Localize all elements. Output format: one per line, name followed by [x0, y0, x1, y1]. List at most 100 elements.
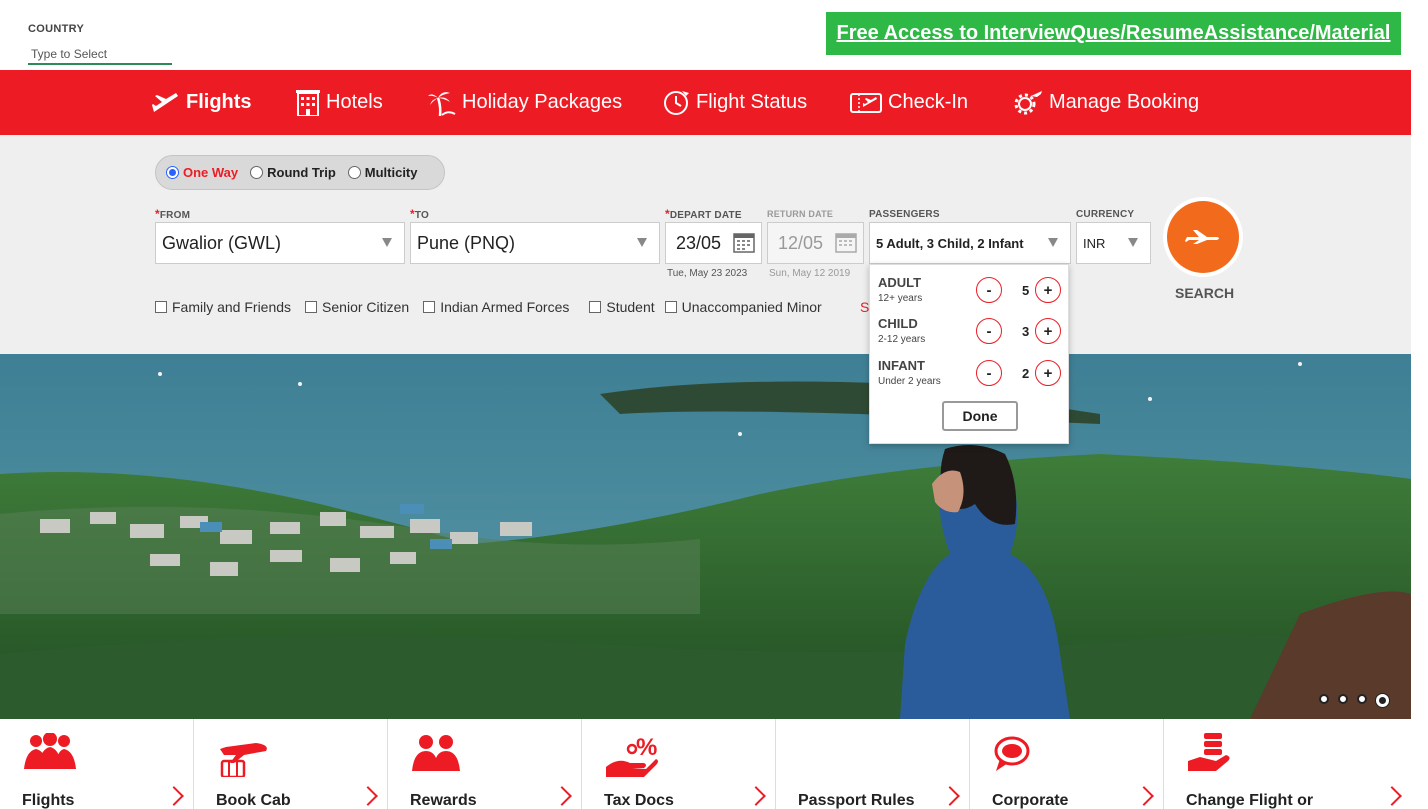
tile-flights[interactable]: Flights	[0, 719, 194, 809]
passengers-select[interactable]: 5 Adult, 3 Child, 2 Infant	[869, 222, 1071, 264]
checkbox-box[interactable]	[423, 301, 436, 313]
hotel-icon	[296, 89, 320, 116]
depart-date-full: Tue, May 23 2023	[667, 268, 748, 279]
infant-plus-button[interactable]: +	[1035, 360, 1061, 386]
unaccompanied-minor-checkbox[interactable]: Unaccompanied Minor	[664, 299, 822, 315]
country-label: COUNTRY	[28, 23, 85, 35]
radio-round-trip[interactable]	[250, 166, 264, 179]
carousel-dot-2[interactable]	[1338, 694, 1348, 704]
passenger-done-button[interactable]: Done	[942, 401, 1018, 431]
carousel-indicators	[1310, 694, 1389, 707]
pax-age: 12+ years	[878, 293, 923, 304]
concession-options: Family and Friends Senior Citizen Indian…	[155, 299, 836, 315]
chevron-right-icon	[1382, 786, 1402, 806]
trip-type-toggle: One Way Round Trip Multicity	[155, 155, 445, 190]
currency-select[interactable]: INR	[1076, 222, 1151, 264]
tile-rewards[interactable]: Rewards	[388, 719, 582, 809]
promo-banner[interactable]: Free Access to InterviewQues/ResumeAssis…	[826, 12, 1401, 55]
chevron-right-icon	[552, 786, 572, 806]
pax-age: 2-12 years	[878, 334, 926, 345]
depart-label: *DEPART DATE	[665, 207, 742, 221]
plane-icon	[1185, 230, 1219, 244]
return-label: RETURN DATE	[767, 209, 834, 219]
svg-text:%: %	[636, 734, 657, 761]
checkbox-box[interactable]	[305, 301, 318, 313]
nav-flights[interactable]: Flights	[152, 70, 252, 135]
nav-check-in[interactable]: Check-In	[850, 70, 968, 135]
nav-flight-status[interactable]: Flight Status	[662, 70, 807, 135]
pax-row-infant: INFANT Under 2 years - 2 +	[878, 358, 1062, 394]
chevron-down-icon	[1128, 238, 1138, 247]
passenger-dropdown: ADULT 12+ years - 5 + CHILD 2-12 years -…	[869, 264, 1069, 444]
search-panel: One Way Round Trip Multicity *FROM Gwali…	[0, 135, 1411, 354]
main-nav: Flights Hotels Holiday Packages Flight S…	[0, 70, 1411, 135]
chevron-right-icon	[358, 786, 378, 806]
depart-date-input[interactable]: 23/05	[665, 222, 762, 264]
country-selector: COUNTRY	[28, 23, 172, 65]
passengers-label: PASSENGERS	[869, 209, 940, 220]
chevron-right-icon	[164, 786, 184, 806]
plane-icon	[152, 92, 178, 112]
infant-minus-button[interactable]: -	[976, 360, 1002, 386]
adult-count: 5	[1022, 283, 1030, 298]
carousel-dot-4[interactable]	[1376, 694, 1389, 707]
nav-holiday-packages[interactable]: Holiday Packages	[428, 70, 622, 135]
calendar-icon	[733, 233, 755, 253]
return-date-full: Sun, May 12 2019	[769, 268, 851, 279]
nav-manage-booking[interactable]: Manage Booking	[1013, 70, 1199, 135]
adult-minus-button[interactable]: -	[976, 277, 1002, 303]
quick-links: Flights Book Cab Rewards % Tax Docs Pass…	[0, 719, 1411, 809]
trip-round-trip[interactable]: Round Trip	[250, 165, 336, 180]
student-checkbox[interactable]: Student	[589, 299, 655, 315]
carousel-dot-1[interactable]	[1319, 694, 1329, 704]
gear-plane-icon	[1014, 90, 1042, 114]
pax-row-child: CHILD 2-12 years - 3 +	[878, 316, 1062, 352]
senior-citizen-checkbox[interactable]: Senior Citizen	[305, 299, 409, 315]
trip-one-way[interactable]: One Way	[166, 165, 238, 180]
child-minus-button[interactable]: -	[976, 318, 1002, 344]
armed-forces-checkbox[interactable]: Indian Armed Forces	[423, 299, 569, 315]
concession-peek-text: S	[860, 299, 870, 315]
tile-book-cab[interactable]: Book Cab	[194, 719, 388, 809]
pax-row-adult: ADULT 12+ years - 5 +	[878, 275, 1062, 311]
to-select[interactable]: Pune (PNQ)	[410, 222, 660, 264]
pax-name: ADULT	[878, 275, 922, 290]
child-count: 3	[1022, 324, 1030, 339]
carousel-dot-3[interactable]	[1357, 694, 1367, 704]
chat-bubble-icon	[994, 736, 1030, 771]
pax-name: CHILD	[878, 316, 918, 331]
adult-plus-button[interactable]: +	[1035, 277, 1061, 303]
chevron-down-icon	[637, 238, 647, 247]
chevron-right-icon	[1134, 786, 1154, 806]
return-date-input[interactable]: 12/05	[767, 222, 864, 264]
promo-link[interactable]: Free Access to InterviewQues/ResumeAssis…	[837, 22, 1391, 45]
group-people-icon	[24, 733, 76, 769]
hand-percent-icon: %	[606, 734, 658, 777]
tile-passport-rules[interactable]: Passport Rules	[776, 719, 970, 809]
from-label: *FROM	[155, 207, 191, 221]
palm-tree-icon	[428, 91, 456, 116]
child-plus-button[interactable]: +	[1035, 318, 1061, 344]
pax-age: Under 2 years	[878, 376, 941, 387]
checkbox-box[interactable]	[589, 301, 602, 313]
to-label: *TO	[410, 207, 429, 221]
boarding-pass-icon	[850, 92, 882, 113]
calendar-icon	[835, 233, 857, 253]
plane-luggage-icon	[220, 743, 267, 777]
trip-multicity[interactable]: Multicity	[347, 165, 418, 180]
search-button[interactable]	[1163, 197, 1243, 277]
tile-change-flight[interactable]: Change Flight or	[1164, 719, 1411, 809]
tile-corporate[interactable]: Corporate	[970, 719, 1164, 809]
radio-one-way[interactable]	[166, 166, 179, 179]
pax-name: INFANT	[878, 358, 925, 373]
nav-hotels[interactable]: Hotels	[296, 70, 383, 135]
tile-tax-docs[interactable]: % Tax Docs	[582, 719, 776, 809]
hero-landscape-image	[0, 354, 1411, 719]
radio-multicity[interactable]	[347, 166, 361, 179]
checkbox-box[interactable]	[155, 301, 167, 313]
country-input[interactable]	[28, 45, 172, 65]
family-friends-checkbox[interactable]: Family and Friends	[155, 299, 291, 315]
checkbox-box[interactable]	[664, 301, 677, 313]
chevron-right-icon	[940, 786, 960, 806]
from-select[interactable]: Gwalior (GWL)	[155, 222, 405, 264]
